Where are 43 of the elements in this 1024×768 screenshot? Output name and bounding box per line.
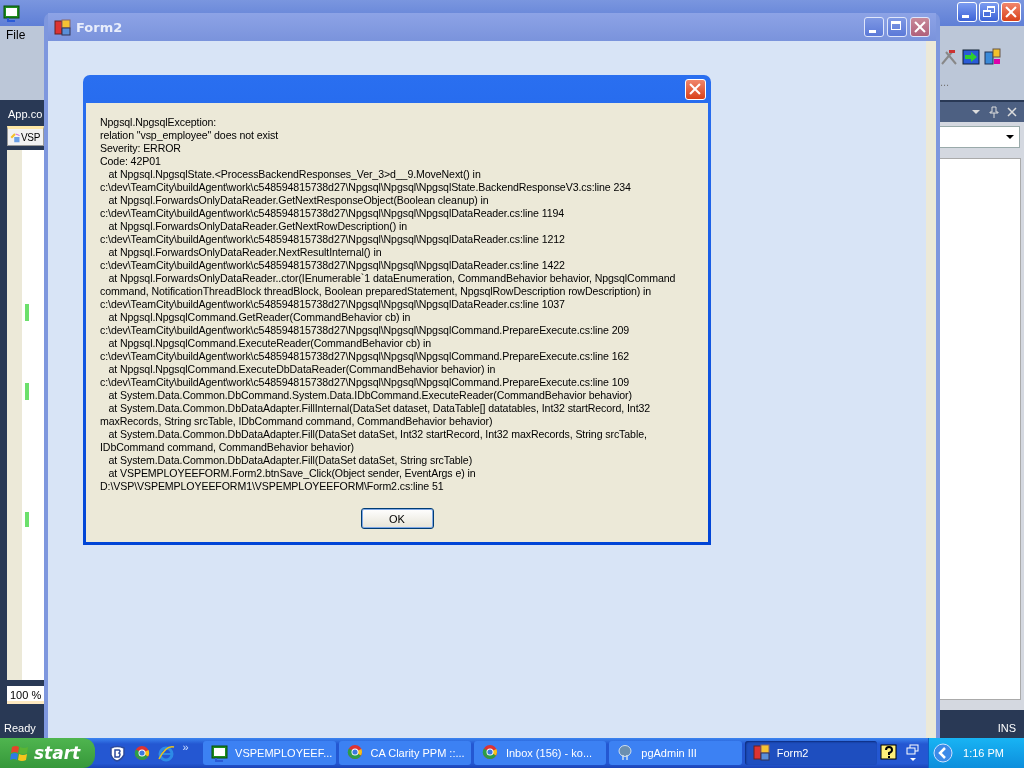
- restore-icon[interactable]: [906, 744, 921, 762]
- tab[interactable]: App.co: [8, 108, 43, 120]
- taskbar-button[interactable]: Form2: [744, 741, 878, 765]
- form-icon: [54, 18, 71, 36]
- maximize-button[interactable]: [887, 17, 907, 37]
- zoom-field[interactable]: 100 %: [7, 686, 44, 704]
- help-icon[interactable]: [880, 744, 899, 762]
- toolbar-label: ...: [940, 76, 950, 88]
- taskbar-button[interactable]: pgAdmin III: [609, 741, 742, 765]
- window-title: Form2: [76, 19, 123, 35]
- clock: 1:16 PM: [963, 747, 1005, 759]
- change-marker: [25, 383, 29, 400]
- chevron-icon[interactable]: [933, 743, 954, 763]
- pin-icon[interactable]: [988, 106, 1000, 118]
- browser-icon: [481, 744, 500, 762]
- internet-explorer-icon[interactable]: [157, 744, 175, 762]
- menu-item[interactable]: File: [6, 28, 26, 42]
- windows-icon[interactable]: [984, 48, 1002, 66]
- combo-box[interactable]: [938, 126, 1020, 148]
- status-text: INS: [997, 722, 1016, 734]
- more-button[interactable]: »: [182, 740, 189, 753]
- browser-icon: [346, 744, 365, 762]
- shield-icon[interactable]: [108, 744, 126, 762]
- form-designer-icon: [9, 131, 21, 143]
- close-icon[interactable]: [1006, 106, 1018, 118]
- ok-button[interactable]: OK: [360, 508, 434, 529]
- error-message: Npgsql.NpgsqlException: relation "vsp_employee" does not exist Severity: ERROR Code: 42P01 at Npgsql.NpgsqlState.<ProcessBackendResponses_Ver_3>d__9.MoveNext() in c:\dev\TeamCity\buildAgent\work\c548594815738d27\Npgsql\Npgsql\NpgsqlState.BackendResponseV3.cs:line 234 at Npgsql.ForwardsOnlyDataReader.GetNextResponseObject(Boolean cleanup) in c:\dev\TeamCity\buildAgent\work\c548594815738d27\Npgsql\Npgsql\NpgsqlDataReader.cs:line 1194 at Npgsql.ForwardsOnlyDataReader.GetNextRowDescription() in c:\dev\TeamCity\buildAgent\work\c548594815738d27\Npgsql\Npgsql\NpgsqlDataReader.cs:line 1212 at Npgsql.ForwardsOnlyDataReader.NextResultInternal() in c:\dev\TeamCity\buildAgent\work\c548594815738d27\Npgsql\Npgsql\NpgsqlDataReader.cs:line 1422 at Npgsql.ForwardsOnlyDataReader..ctor(IEnumerable`1 dataEnumeration, CommandBehavior behavior, NpgsqlCommand command, NotificationThreadBlock threadBlock, Boolean preparedStatement, NpgsqlRowDescription rowDescription) in c:\dev\TeamCity\buildAgent\work\c548594815738d27\Npgsql\Npgsql\NpgsqlDataReader.cs:line 1037 at Npgsql.NpgsqlCommand.GetReader(CommandBehavior cb) in c:\dev\TeamCity\buildAgent\work\c548594815738d27\Npgsql\Npgsql\NpgsqlCommand.PrepareExecute.cs:line 209 at Npgsql.NpgsqlCommand.ExecuteReader(CommandBehavior cb) in c:\dev\TeamCity\buildAgent\work\c548594815738d27\Npgsql\Npgsql\NpgsqlCommand.PrepareExecute.cs:line 162 at Npgsql.NpgsqlCommand.ExecuteDbDataReader(CommandBehavior behavior) in c:\dev\TeamCity\buildAgent\work\c548594815738d27\Npgsql\Npgsql\NpgsqlCommand.PrepareExecute.cs:line 109 at System.Data.Common.DbCommand.System.Data.IDbCommand.ExecuteReader(CommandBehavior behavior) at System.Data.Common.DbDataAdapter.FillInternal(DataSet dataset, DataTable[] datatables, Int32 startRecord, Int32 maxRecords, String srcTable, IDbCommand command, CommandBehavior behavior) at System.Data.Common.DbDataAdapter.Fill(DataSet dataSet, Int32 startRecord, Int32 maxRecords, String srcTable, IDbCommand command, CommandBehavior behavior) at System.Data.Common.DbDataAdapter.Fill(DataSet dataSet, String srcTable) at VSPEMPLOYEEFORM.Form2.btnSave_Click(Object sender, EventArgs e) in D:\VSP\VSPEMPLOYEEFORM1\VSPEMPLOYEEFORM\Form2.cs:line 51: [100, 116, 676, 493]
- form-icon: [752, 744, 771, 762]
- change-marker: [25, 304, 29, 321]
- change-marker: [25, 512, 29, 527]
- taskbar-button[interactable]: VSPEMPLOYEEF...: [203, 741, 336, 765]
- browser-icon[interactable]: [133, 745, 150, 761]
- caret-icon: [1005, 133, 1015, 141]
- close-button[interactable]: [910, 17, 930, 37]
- taskbar-button[interactable]: CA Clarity PPM ::...: [338, 741, 471, 765]
- minimize-button[interactable]: [864, 17, 884, 37]
- document-tab[interactable]: VSP: [7, 126, 44, 146]
- status-text: Ready: [4, 722, 36, 734]
- restore-button[interactable]: [979, 2, 999, 22]
- windows-logo-icon: [10, 743, 30, 763]
- tools-icon[interactable]: [940, 48, 958, 66]
- tab-label: VSP: [21, 131, 41, 143]
- taskbar-button[interactable]: Inbox (156) - ko...: [473, 741, 607, 765]
